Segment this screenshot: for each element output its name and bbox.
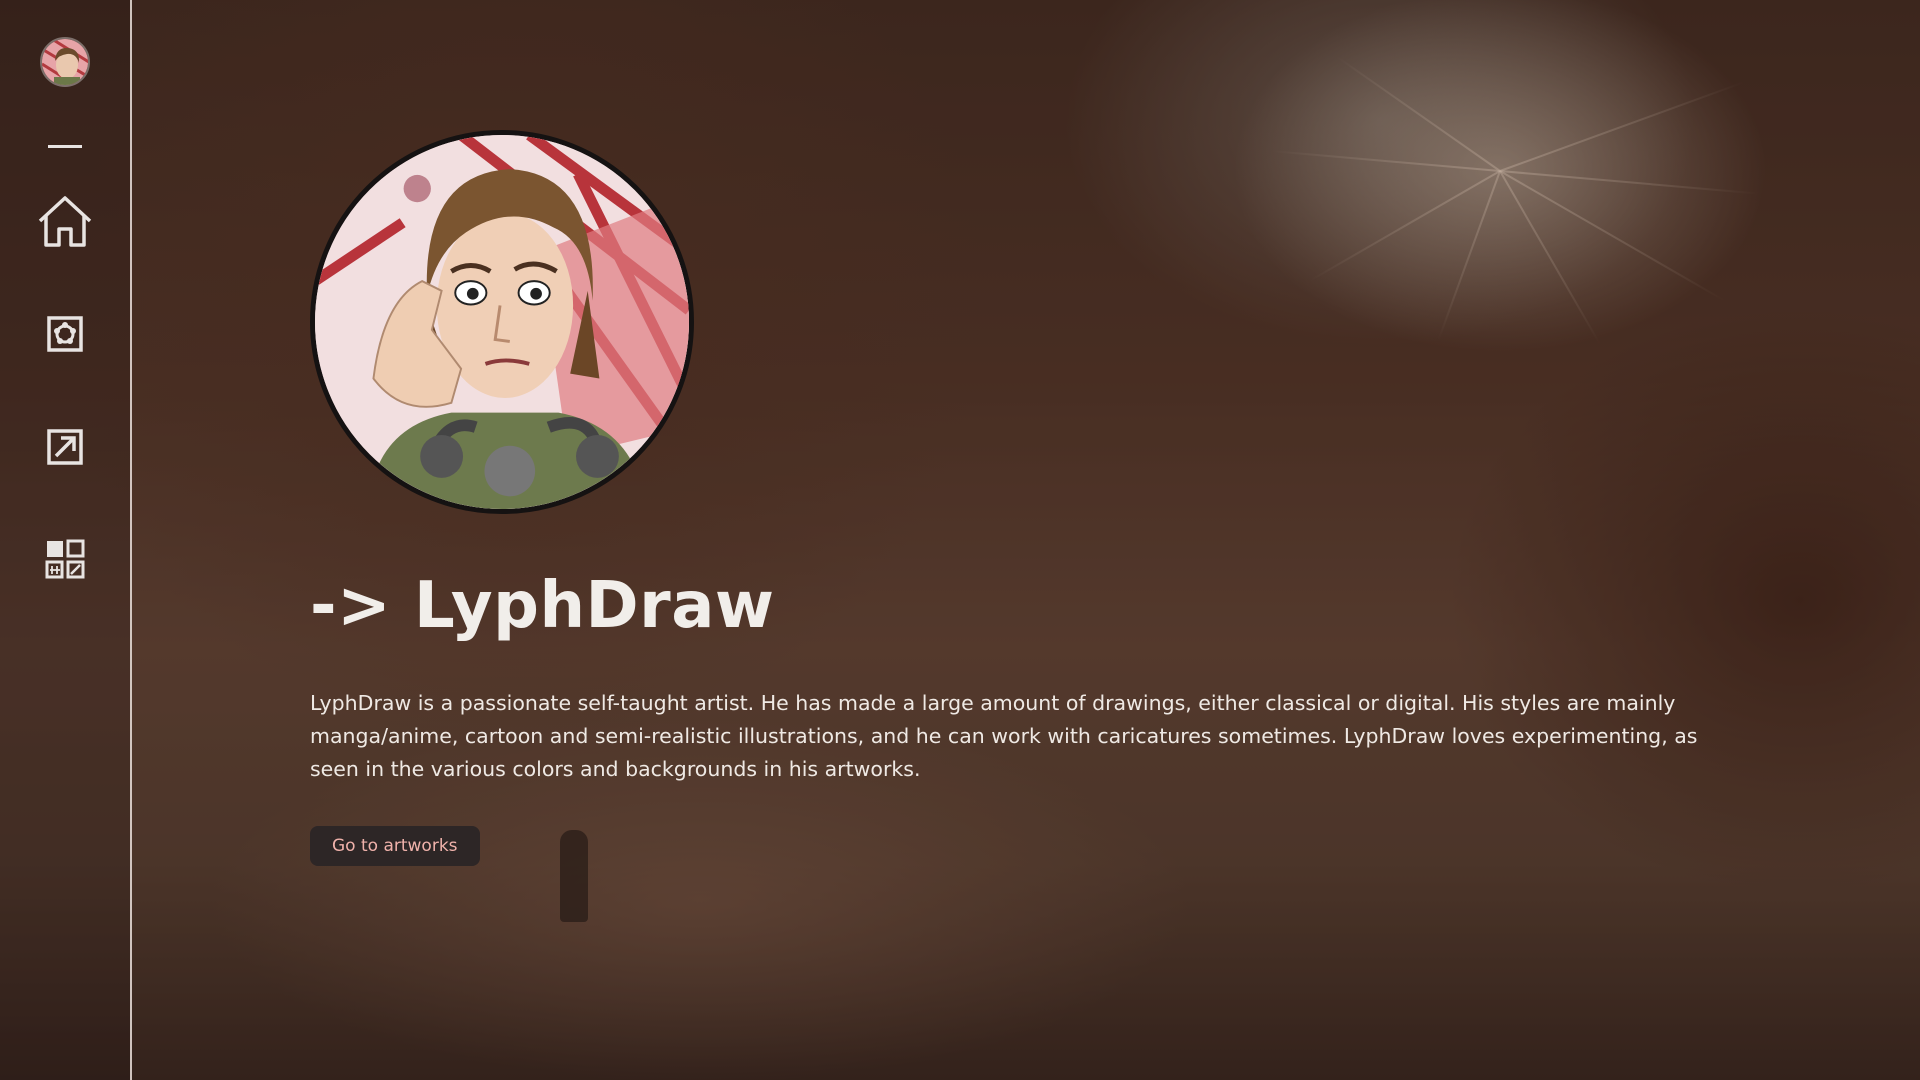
flower-badge-icon (47, 316, 83, 352)
main-content: -> LyphDraw LyphDraw is a passionate sel… (310, 130, 1750, 866)
sidebar-item-about[interactable] (36, 305, 94, 363)
avatar[interactable] (40, 37, 90, 87)
go-to-artworks-button[interactable]: Go to artworks (310, 826, 480, 866)
page-title: -> LyphDraw (310, 569, 775, 643)
sidebar-item-home[interactable] (36, 193, 94, 251)
sidebar-divider (48, 145, 82, 148)
sidebar-item-gallery[interactable] (36, 530, 94, 588)
artist-description: LyphDraw is a passionate self-taught art… (310, 691, 1698, 781)
arrow-out-icon (47, 429, 83, 465)
sidebar-item-external-link[interactable] (36, 418, 94, 476)
grid-apps-icon (45, 539, 85, 579)
profile-portrait (310, 130, 694, 514)
sidebar (0, 0, 132, 1080)
home-icon (38, 196, 92, 247)
